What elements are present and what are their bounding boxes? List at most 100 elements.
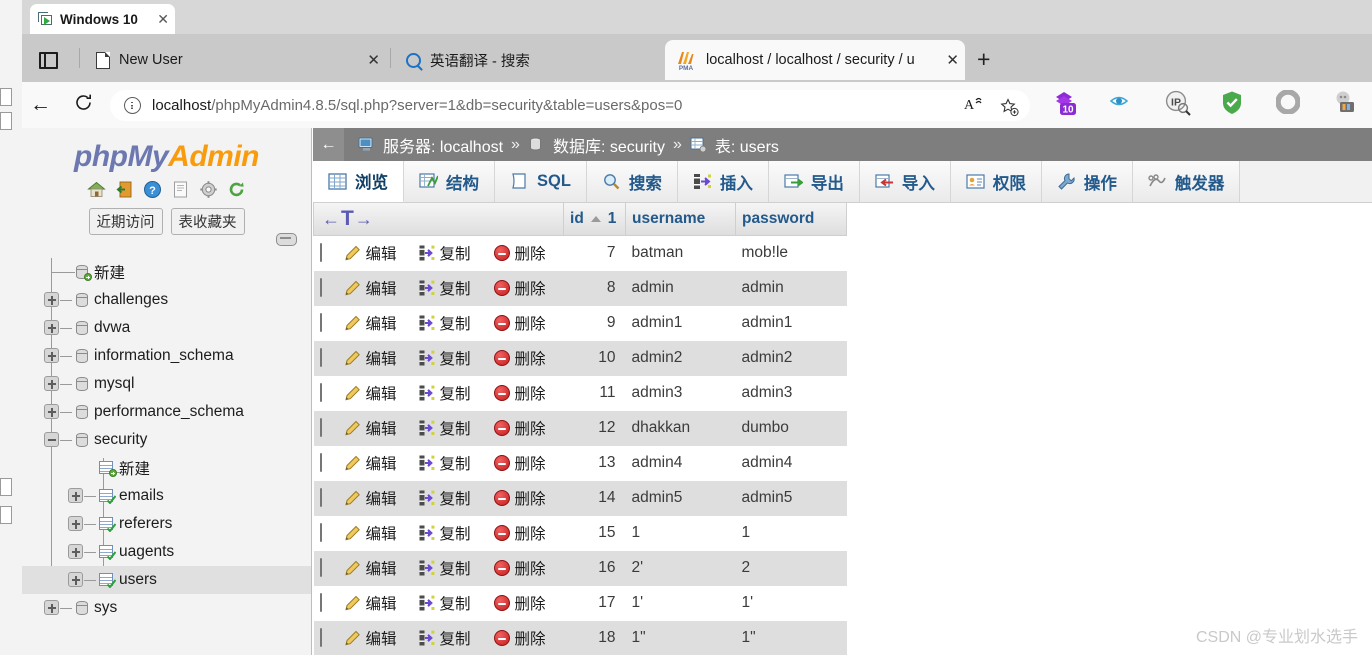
tab-import[interactable]: 导入 [859,161,951,202]
copy-row-link[interactable]: 复制 [419,312,482,334]
tab-insert[interactable]: 插入 [677,161,769,202]
delete-row-link[interactable]: 删除 [493,277,558,299]
browser-tab-new-user[interactable]: New User ✕ [86,40,386,80]
row-edit-cell[interactable]: 编辑 [337,305,413,341]
tree-item-information_schema[interactable]: information_schema [22,342,311,370]
expand-toggle-icon[interactable] [68,488,83,503]
table-row[interactable]: 编辑 复制 删除 11 admin3 admin3 [313,375,847,411]
row-edit-cell[interactable]: 编辑 [337,235,413,271]
table-row[interactable]: 编辑 复制 删除 7 batman mob!le [313,235,847,271]
row-delete-cell[interactable]: 删除 [487,515,564,551]
delete-row-link[interactable]: 删除 [493,592,558,614]
expand-toggle-icon[interactable] [68,516,83,531]
tree-item-security[interactable]: security [22,426,311,454]
site-info-icon[interactable] [124,97,141,114]
os-window-tab[interactable]: Windows 10 ✕ [30,4,175,34]
row-edit-cell[interactable]: 编辑 [337,550,413,586]
row-edit-cell[interactable]: 编辑 [337,515,413,551]
row-copy-cell[interactable]: 复制 [412,515,488,551]
column-header-id[interactable]: id 1 [563,203,627,236]
url-input[interactable]: localhost/phpMyAdmin4.8.5/sql.php?server… [110,90,1030,121]
edit-row-link[interactable]: 编辑 [344,452,407,474]
row-copy-cell[interactable]: 复制 [412,340,488,376]
favorite-tables-pill[interactable]: 表收藏夹 [170,208,245,235]
tree-item-uagents[interactable]: uagents [22,538,311,566]
copy-row-link[interactable]: 复制 [419,277,482,299]
os-window-close-icon[interactable]: ✕ [157,12,169,26]
row-checkbox[interactable] [319,278,322,297]
tab-structure[interactable]: 结构 [404,161,495,202]
expand-toggle-icon[interactable] [44,292,59,307]
row-edit-cell[interactable]: 编辑 [337,480,413,516]
row-delete-cell[interactable]: 删除 [487,445,564,481]
row-edit-cell[interactable]: 编辑 [337,445,413,481]
row-copy-cell[interactable]: 复制 [412,305,488,341]
extension-ip-icon[interactable]: IP [1164,90,1191,116]
expand-toggle-icon[interactable] [68,572,83,587]
copy-row-link[interactable]: 复制 [419,522,482,544]
row-checkbox[interactable] [319,348,322,367]
row-copy-cell[interactable]: 复制 [412,620,488,655]
edit-row-link[interactable]: 编辑 [344,382,407,404]
edit-row-link[interactable]: 编辑 [344,557,407,579]
back-button[interactable]: ← [30,94,51,115]
tab-privileges[interactable]: 权限 [950,161,1042,202]
tab-actions-button[interactable] [28,40,70,80]
row-checkbox[interactable] [319,523,322,542]
tab-search[interactable]: 搜索 [586,161,678,202]
edit-row-link[interactable]: 编辑 [344,522,407,544]
tab-export[interactable]: 导出 [768,161,860,202]
row-checkbox[interactable] [319,593,322,612]
add-favorite-icon[interactable] [1000,97,1019,116]
edit-row-link[interactable]: 编辑 [344,347,407,369]
reload-button[interactable] [74,93,93,112]
row-copy-cell[interactable]: 复制 [412,270,488,306]
copy-row-link[interactable]: 复制 [419,417,482,439]
row-delete-cell[interactable]: 删除 [487,375,564,411]
table-row[interactable]: 编辑 复制 删除 18 1" 1" [313,620,847,655]
browser-tab-phpmyadmin[interactable]: PMA localhost / localhost / security / u… [665,40,965,80]
tab-sql[interactable]: SQL [495,161,587,202]
move-right-icon[interactable]: → [355,209,373,230]
row-delete-cell[interactable]: 删除 [487,585,564,621]
edit-row-link[interactable]: 编辑 [344,417,407,439]
row-delete-cell[interactable]: 删除 [487,550,564,586]
row-copy-cell[interactable]: 复制 [412,480,488,516]
settings-icon[interactable] [199,180,218,199]
copy-row-link[interactable]: 复制 [419,452,482,474]
row-edit-cell[interactable]: 编辑 [337,620,413,655]
delete-row-link[interactable]: 删除 [493,522,558,544]
edit-row-link[interactable]: 编辑 [344,487,407,509]
row-delete-cell[interactable]: 删除 [487,235,564,271]
tab-operations[interactable]: 操作 [1041,161,1133,202]
copy-row-link[interactable]: 复制 [419,627,482,649]
tree-item-referers[interactable]: referers [22,510,311,538]
sort-asc-icon[interactable] [590,216,601,222]
row-delete-cell[interactable]: 删除 [487,270,564,306]
delete-row-link[interactable]: 删除 [493,417,558,439]
delete-row-link[interactable]: 删除 [493,347,558,369]
move-left-icon[interactable]: ← [322,209,340,230]
delete-row-link[interactable]: 删除 [493,242,558,264]
recent-tables-pill[interactable]: 近期访问 [88,208,163,235]
table-row[interactable]: 编辑 复制 删除 10 admin2 admin2 [313,340,847,376]
delete-row-link[interactable]: 删除 [493,487,558,509]
row-edit-cell[interactable]: 编辑 [337,270,413,306]
copy-row-link[interactable]: 复制 [419,592,482,614]
row-delete-cell[interactable]: 删除 [487,480,564,516]
copy-row-link[interactable]: 复制 [419,487,482,509]
breadcrumb-back-button[interactable]: ← [313,128,344,161]
table-row[interactable]: 编辑 复制 删除 15 1 1 [313,515,847,551]
edit-row-link[interactable]: 编辑 [344,627,407,649]
expand-toggle-icon[interactable] [68,544,83,559]
tree-item-sys[interactable]: sys [22,594,311,622]
expand-toggle-icon[interactable] [44,348,59,363]
extension-circle-icon[interactable] [1275,89,1302,116]
row-checkbox[interactable] [319,418,322,437]
tree-item-new-database[interactable]: 新建 [22,258,311,286]
row-delete-cell[interactable]: 删除 [487,305,564,341]
delete-row-link[interactable]: 删除 [493,312,558,334]
row-delete-cell[interactable]: 删除 [487,410,564,446]
browser-tab-translate-search[interactable]: 英语翻译 - 搜索 ✕ [396,40,696,80]
tree-item-dvwa[interactable]: dvwa [22,314,311,342]
